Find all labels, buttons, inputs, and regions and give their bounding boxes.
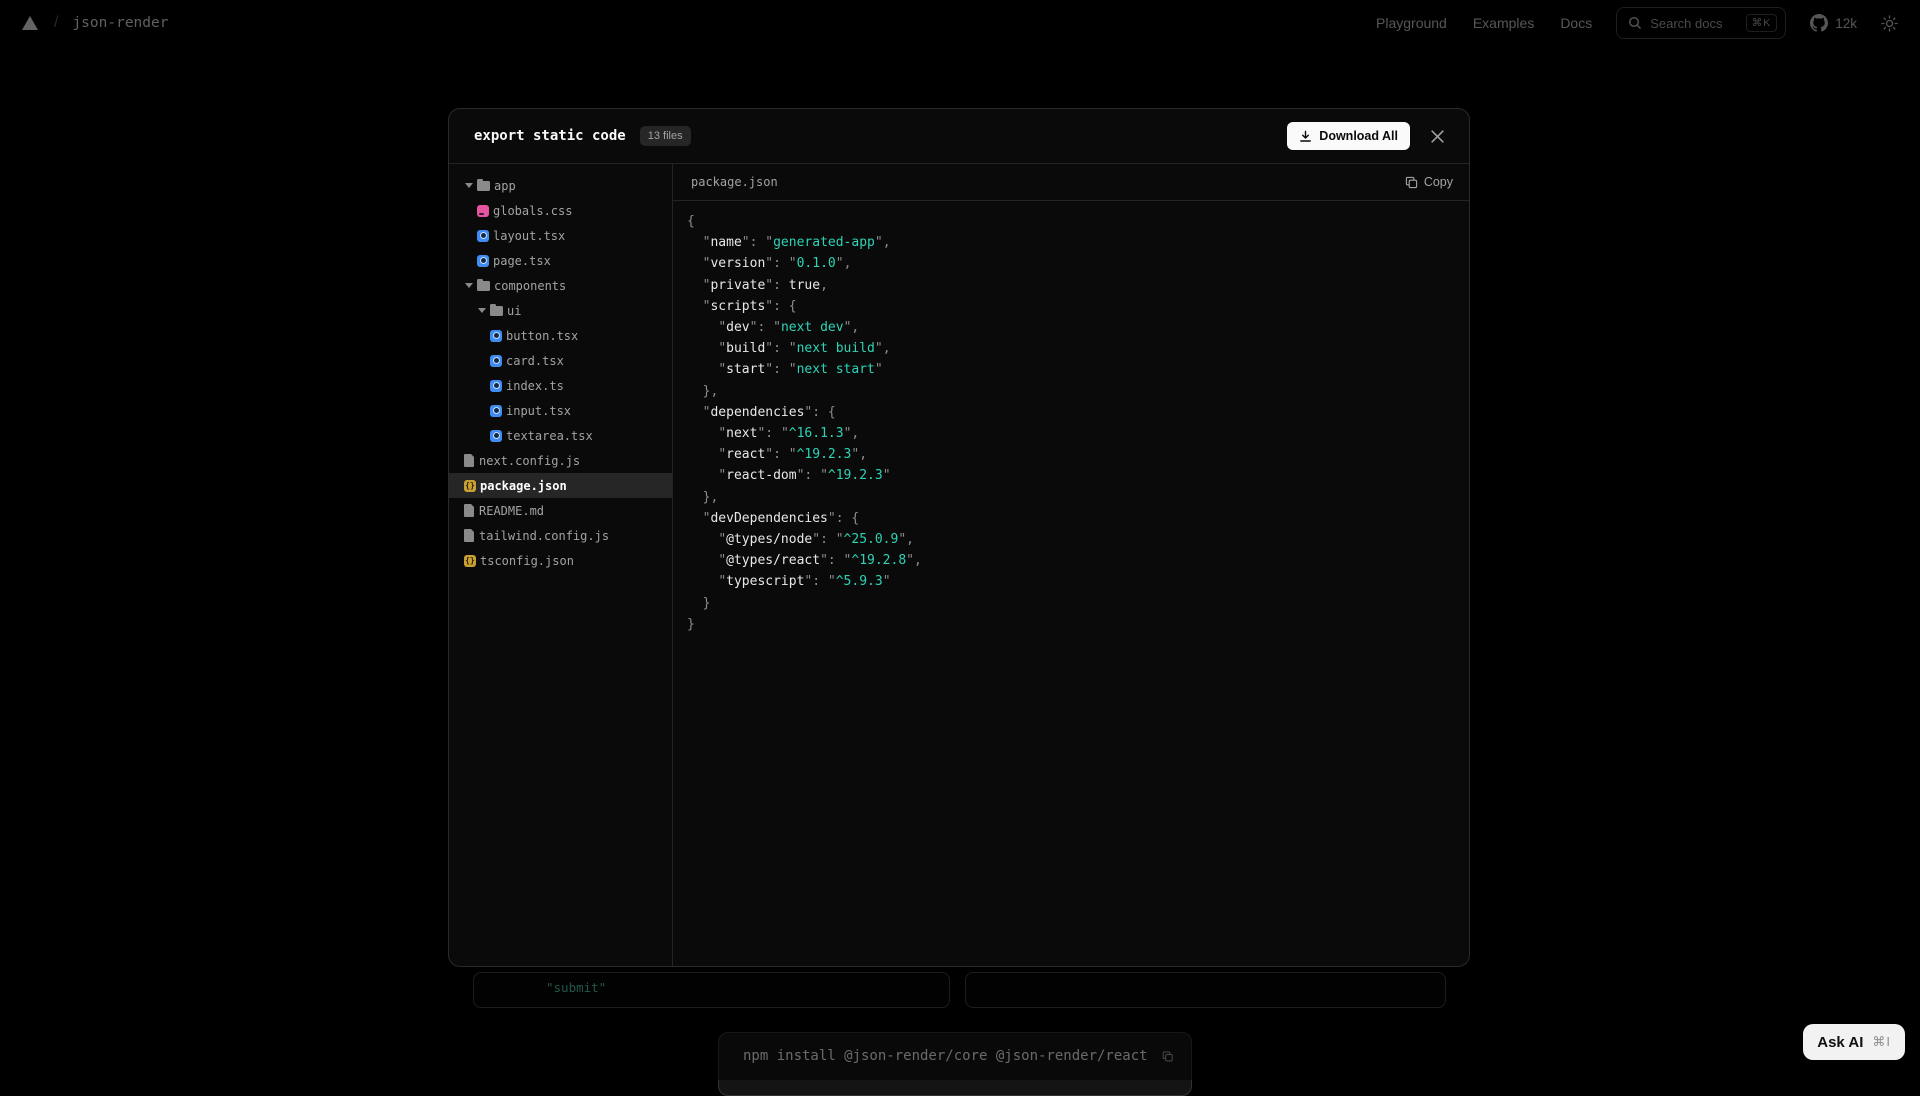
tree-item-textarea-tsx[interactable]: textarea.tsx: [449, 423, 672, 448]
code-line: "dependencies": {: [687, 402, 1455, 423]
dialog-title: export static code: [474, 128, 626, 144]
code-line: "version": "0.1.0",: [687, 253, 1455, 274]
tsx-file-icon: [490, 330, 502, 342]
json-file-icon: {}: [464, 480, 476, 492]
download-all-button[interactable]: Download All: [1287, 122, 1410, 150]
tree-item-input-tsx[interactable]: input.tsx: [449, 398, 672, 423]
download-all-label: Download All: [1319, 129, 1398, 143]
css-file-icon: [477, 205, 489, 217]
tree-item-label: page.tsx: [493, 254, 551, 268]
ask-ai-button[interactable]: Ask AI ⌘I: [1803, 1024, 1905, 1060]
tree-item-label: input.tsx: [506, 404, 571, 418]
folder-icon: [490, 306, 503, 316]
tree-item-next-config-js[interactable]: next.config.js: [449, 448, 672, 473]
tree-item-label: globals.css: [493, 204, 572, 218]
tree-item-label: button.tsx: [506, 329, 578, 343]
ask-ai-shortcut: ⌘I: [1872, 1034, 1891, 1050]
tree-item-app[interactable]: app: [449, 173, 672, 198]
code-line: "typescript": "^5.9.3": [687, 571, 1455, 592]
close-dialog-button[interactable]: [1426, 125, 1449, 148]
code-line: },: [687, 381, 1455, 402]
code-line: "react": "^19.2.3",: [687, 444, 1455, 465]
export-static-code-dialog: export static code 13 files Download All…: [448, 108, 1470, 967]
file-icon: [464, 454, 475, 467]
open-filename: package.json: [691, 175, 778, 189]
chevron-down-icon: [477, 308, 486, 313]
tree-item-layout-tsx[interactable]: layout.tsx: [449, 223, 672, 248]
tree-item-label: textarea.tsx: [506, 429, 593, 443]
tree-item-tsconfig-json[interactable]: {} tsconfig.json: [449, 548, 672, 573]
code-line: "private": true,: [687, 275, 1455, 296]
code-line: "build": "next build",: [687, 338, 1455, 359]
tsx-file-icon: [490, 405, 502, 417]
tree-item-components[interactable]: components: [449, 273, 672, 298]
code-line: "@types/react": "^19.2.8",: [687, 550, 1455, 571]
tree-item-label: app: [494, 179, 516, 193]
tree-item-label: components: [494, 279, 566, 293]
tree-item-readme-md[interactable]: README.md: [449, 498, 672, 523]
code-line: }: [687, 614, 1455, 635]
code-line: },: [687, 487, 1455, 508]
tsx-file-icon: [477, 255, 489, 267]
tree-item-label: package.json: [480, 479, 567, 493]
tree-item-tailwind-config-js[interactable]: tailwind.config.js: [449, 523, 672, 548]
folder-icon: [477, 181, 490, 191]
code-viewer-header: package.json Copy: [673, 164, 1469, 201]
tree-item-button-tsx[interactable]: button.tsx: [449, 323, 672, 348]
code-line: }: [687, 593, 1455, 614]
close-icon: [1430, 129, 1445, 144]
code-line: "name": "generated-app",: [687, 232, 1455, 253]
tree-item-page-tsx[interactable]: page.tsx: [449, 248, 672, 273]
tree-item-label: next.config.js: [479, 454, 580, 468]
ask-ai-label: Ask AI: [1817, 1034, 1863, 1051]
tree-item-card-tsx[interactable]: card.tsx: [449, 348, 672, 373]
tree-item-globals-css[interactable]: globals.css: [449, 198, 672, 223]
chevron-down-icon: [464, 183, 473, 188]
copy-label: Copy: [1424, 175, 1453, 189]
tree-item-index-ts[interactable]: index.ts: [449, 373, 672, 398]
tree-item-label: layout.tsx: [493, 229, 565, 243]
tree-item-label: card.tsx: [506, 354, 564, 368]
copy-code-button[interactable]: Copy: [1405, 175, 1453, 189]
dialog-header: export static code 13 files Download All: [449, 109, 1469, 164]
tree-item-package-json[interactable]: {} package.json: [449, 473, 672, 498]
files-count-badge: 13 files: [640, 126, 691, 146]
tsx-file-icon: [477, 230, 489, 242]
chevron-down-icon: [464, 283, 473, 288]
code-content-scrollarea[interactable]: { "name": "generated-app", "version": "0…: [673, 201, 1469, 966]
code-line: "react-dom": "^19.2.3": [687, 465, 1455, 486]
code-line: "devDependencies": {: [687, 508, 1455, 529]
code-line: "scripts": {: [687, 296, 1455, 317]
copy-icon: [1405, 176, 1418, 189]
code-line: {: [687, 211, 1455, 232]
tsx-file-icon: [490, 430, 502, 442]
tree-item-label: README.md: [479, 504, 544, 518]
code-viewer: package.json Copy { "name": "generated-a…: [673, 164, 1469, 966]
tsx-file-icon: [490, 355, 502, 367]
tree-item-label: ui: [507, 304, 521, 318]
code-line: "start": "next start": [687, 359, 1455, 380]
tree-item-label: tailwind.config.js: [479, 529, 609, 543]
file-tree-sidebar: app globals.css layout.tsx page.tsx componen…: [449, 164, 673, 966]
code-line: "dev": "next dev",: [687, 317, 1455, 338]
download-icon: [1299, 130, 1312, 143]
file-icon: [464, 504, 475, 517]
code-line: "@types/node": "^25.0.9",: [687, 529, 1455, 550]
tsx-file-icon: [490, 380, 502, 392]
code-line: "next": "^16.1.3",: [687, 423, 1455, 444]
folder-icon: [477, 281, 490, 291]
file-icon: [464, 529, 475, 542]
tree-item-label: index.ts: [506, 379, 564, 393]
tree-item-label: tsconfig.json: [480, 554, 574, 568]
json-file-icon: {}: [464, 555, 476, 567]
code-content: { "name": "generated-app", "version": "0…: [687, 211, 1455, 635]
tree-item-ui[interactable]: ui: [449, 298, 672, 323]
